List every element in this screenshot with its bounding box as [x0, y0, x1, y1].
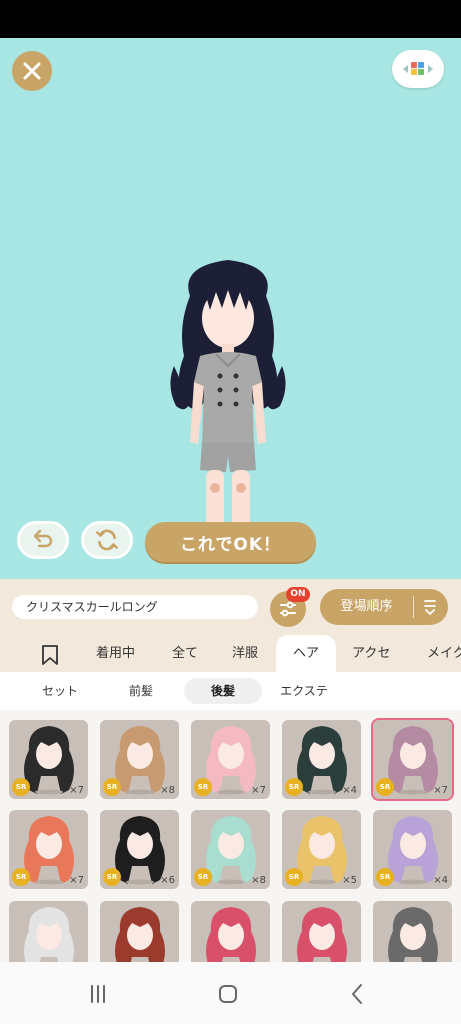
hair-item-card[interactable]: SR ×4 — [373, 810, 452, 889]
rarity-badge: SR — [103, 868, 121, 886]
hair-subtabs: セット 前髪 後髪 エクステ — [0, 672, 461, 710]
tab-wearing[interactable]: 着用中 — [96, 635, 135, 672]
hair-item-card[interactable]: SR ×5 — [282, 810, 361, 889]
hair-item-card[interactable] — [282, 901, 361, 962]
item-count: ×7 — [433, 785, 448, 796]
hair-item-card[interactable]: SR ×7 — [191, 720, 270, 799]
rarity-badge: SR — [103, 778, 121, 796]
hair-item-card[interactable]: SR ×8 — [191, 810, 270, 889]
recent-apps-icon[interactable] — [86, 982, 110, 1006]
rarity-badge: SR — [376, 778, 394, 796]
avatar-stage: これでOK！ — [0, 38, 461, 579]
item-count: ×7 — [69, 785, 84, 796]
filter-on-badge: ON — [286, 587, 310, 602]
hair-item-card[interactable] — [100, 901, 179, 962]
hair-item-card[interactable]: SR ×4 — [282, 720, 361, 799]
hair-thumbnail — [297, 907, 347, 962]
rarity-badge: SR — [285, 778, 303, 796]
selected-item-bar: クリスマスカールロング ON 登場順序 — [0, 579, 461, 635]
subtab-back-hair[interactable]: 後髪 — [184, 678, 262, 704]
close-button[interactable] — [12, 51, 52, 91]
reset-button[interactable] — [81, 521, 133, 559]
rarity-badge: SR — [194, 778, 212, 796]
color-palette-icon — [403, 62, 433, 75]
subtab-set[interactable]: セット — [20, 678, 100, 704]
rarity-badge: SR — [12, 778, 30, 796]
hair-thumbnail — [24, 907, 74, 962]
rarity-badge: SR — [194, 868, 212, 886]
tab-accessories[interactable]: アクセ — [352, 635, 390, 672]
color-palette-button[interactable] — [392, 50, 444, 88]
avatar-character — [170, 260, 286, 556]
sort-order-icon[interactable] — [420, 598, 440, 616]
tab-all[interactable]: 全て — [172, 635, 198, 672]
filter-sliders-icon — [280, 601, 296, 617]
item-grid: SR ×7 SR ×8 SR ×7 SR ×4 SR ×7 SR ×7 SR ×6 SR ×8 SR ×5 SR ×4 — [0, 710, 461, 962]
hair-thumbnail — [206, 907, 256, 962]
item-count: ×7 — [69, 875, 84, 886]
item-count: ×8 — [251, 875, 266, 886]
hair-item-card[interactable]: SR ×7 — [9, 810, 88, 889]
subtab-front-hair[interactable]: 前髪 — [103, 678, 179, 704]
sort-button[interactable]: 登場順序 — [320, 589, 448, 625]
item-count: ×6 — [160, 875, 175, 886]
hair-item-card[interactable]: SR ×6 — [100, 810, 179, 889]
item-count: ×4 — [433, 875, 448, 886]
item-count: ×5 — [342, 875, 357, 886]
item-count: ×4 — [342, 785, 357, 796]
hair-thumbnail — [115, 907, 165, 962]
status-bar — [0, 0, 461, 38]
rarity-badge: SR — [376, 868, 394, 886]
category-tabs: 着用中 全て 洋服 ヘア アクセ メイク — [0, 635, 461, 672]
subtab-extensions[interactable]: エクステ — [262, 678, 346, 704]
hair-item-card[interactable]: SR ×7 — [371, 718, 454, 801]
sort-divider — [413, 596, 414, 618]
rarity-badge: SR — [12, 868, 30, 886]
item-count: ×8 — [160, 785, 175, 796]
refresh-icon — [96, 529, 118, 551]
back-icon[interactable] — [346, 982, 370, 1006]
item-count: ×7 — [251, 785, 266, 796]
confirm-ok-button[interactable]: これでOK！ — [145, 522, 316, 562]
home-icon[interactable] — [216, 982, 240, 1006]
tab-hair[interactable]: ヘア — [276, 635, 336, 672]
selected-item-name: クリスマスカールロング — [12, 595, 258, 619]
tab-clothes[interactable]: 洋服 — [232, 635, 258, 672]
hair-thumbnail — [388, 907, 438, 962]
sort-label: 登場順序 — [340, 599, 393, 614]
tab-makeup[interactable]: メイク — [427, 635, 461, 672]
undo-button[interactable] — [17, 521, 69, 559]
close-icon — [23, 62, 41, 80]
hair-item-card[interactable]: SR ×7 — [9, 720, 88, 799]
undo-icon — [33, 529, 53, 548]
hair-item-card[interactable] — [191, 901, 270, 962]
system-nav-bar — [0, 962, 461, 1024]
hair-item-card[interactable] — [373, 901, 452, 962]
rarity-badge: SR — [285, 868, 303, 886]
hair-item-card[interactable] — [9, 901, 88, 962]
bookmark-icon[interactable] — [40, 644, 60, 666]
hair-item-card[interactable]: SR ×8 — [100, 720, 179, 799]
